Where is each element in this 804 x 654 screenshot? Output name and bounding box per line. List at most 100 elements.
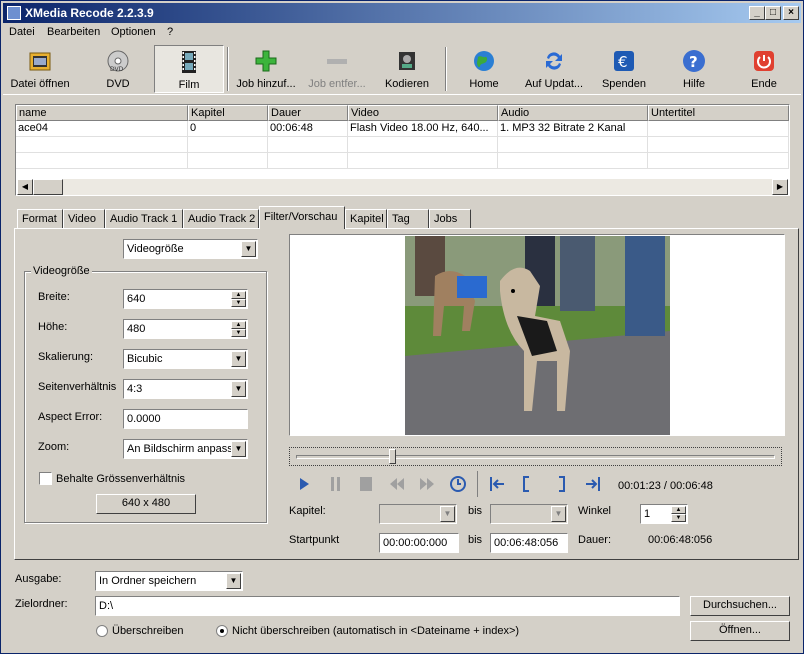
chevron-down-icon[interactable]: ▼ bbox=[551, 506, 566, 522]
chevron-down-icon[interactable]: ▼ bbox=[440, 506, 455, 522]
table-cell-video[interactable]: Flash Video 18.00 Hz, 640... bbox=[348, 121, 498, 137]
tab-audio-track-1[interactable]: Audio Track 1 bbox=[105, 209, 183, 228]
minimize-button[interactable]: _ bbox=[749, 6, 765, 20]
menu-optionen[interactable]: Optionen bbox=[111, 26, 156, 38]
tab-jobs[interactable]: Jobs bbox=[429, 209, 471, 228]
seek-handle[interactable] bbox=[389, 449, 396, 464]
spin-down-icon[interactable]: ▼ bbox=[671, 514, 686, 522]
chevron-down-icon[interactable]: ▼ bbox=[226, 573, 241, 589]
table-cell-kapitel[interactable]: 0 bbox=[188, 121, 268, 137]
menu-help[interactable]: ? bbox=[167, 26, 173, 38]
film-reel-icon bbox=[399, 52, 415, 70]
width-value: 640 bbox=[127, 293, 146, 305]
table-cell-audio[interactable]: 1. MP3 32 Bitrate 2 Kanal bbox=[498, 121, 648, 137]
scroll-thumb[interactable] bbox=[33, 179, 63, 195]
open-folder-button[interactable]: Öffnen... bbox=[690, 621, 790, 641]
no-overwrite-label: Nicht überschreiben (automatisch in <Dat… bbox=[232, 625, 520, 637]
column-header-name[interactable]: name bbox=[16, 105, 188, 121]
scroll-right-button[interactable]: ▶ bbox=[772, 179, 788, 195]
height-input[interactable]: 480 ▲ ▼ bbox=[123, 319, 248, 339]
maximize-button[interactable]: □ bbox=[765, 6, 781, 20]
size-button[interactable]: 640 x 480 bbox=[96, 494, 196, 514]
tab-tag[interactable]: Tag bbox=[387, 209, 429, 228]
empty-cell bbox=[498, 137, 648, 153]
tab-video[interactable]: Video bbox=[63, 209, 105, 228]
empty-cell bbox=[498, 153, 648, 169]
spin-down-icon[interactable]: ▼ bbox=[231, 299, 246, 307]
dvd-button[interactable]: DVD DVD bbox=[83, 45, 153, 93]
exit-button[interactable]: Ende bbox=[729, 45, 799, 93]
menu-bearbeiten[interactable]: Bearbeiten bbox=[47, 26, 100, 38]
chevron-down-icon[interactable]: ▼ bbox=[231, 441, 246, 457]
chapter-start-select[interactable]: ▼ bbox=[379, 504, 457, 524]
close-button[interactable]: × bbox=[783, 6, 799, 20]
home-button[interactable]: Home bbox=[449, 45, 519, 93]
start-point-value: 00:00:00:000 bbox=[383, 537, 448, 549]
column-header-video[interactable]: Video bbox=[348, 105, 498, 121]
remove-job-button[interactable]: Job entfer... bbox=[302, 45, 372, 93]
pause-icon[interactable] bbox=[326, 474, 346, 494]
mark-in-icon[interactable] bbox=[517, 474, 537, 494]
add-job-button[interactable]: Job hinzuf... bbox=[231, 45, 301, 93]
clock-icon[interactable] bbox=[448, 474, 468, 494]
output-select[interactable]: In Ordner speichern ▼ bbox=[95, 571, 243, 591]
play-icon[interactable] bbox=[294, 474, 314, 494]
mark-out-icon[interactable] bbox=[551, 474, 571, 494]
column-header-audio[interactable]: Audio bbox=[498, 105, 648, 121]
aspect-select[interactable]: 4:3 ▼ bbox=[123, 379, 248, 399]
overwrite-radio[interactable] bbox=[96, 625, 108, 637]
destination-input[interactable]: D:\ bbox=[95, 596, 680, 616]
keep-ratio-checkbox[interactable] bbox=[39, 472, 52, 485]
job-list-grid[interactable]: name Kapitel Dauer Video Audio Untertite… bbox=[15, 104, 790, 196]
chevron-down-icon[interactable]: ▼ bbox=[231, 381, 246, 397]
empty-cell bbox=[268, 137, 348, 153]
tab-audio-track-2[interactable]: Audio Track 2 bbox=[183, 209, 259, 228]
stop-icon[interactable] bbox=[356, 474, 376, 494]
column-header-untertitel[interactable]: Untertitel bbox=[648, 105, 789, 121]
donate-button[interactable]: € Spenden bbox=[589, 45, 659, 93]
film-button[interactable]: Film bbox=[154, 45, 224, 93]
tab-kapitel[interactable]: Kapitel bbox=[345, 209, 387, 228]
spin-up-icon[interactable]: ▲ bbox=[231, 291, 246, 299]
go-to-end-icon[interactable] bbox=[583, 474, 603, 494]
help-button[interactable]: ? Hilfe bbox=[659, 45, 729, 93]
encode-button[interactable]: Kodieren bbox=[372, 45, 442, 93]
horizontal-scrollbar[interactable]: ◀ ▶ bbox=[17, 179, 788, 195]
table-cell-name[interactable]: ace04 bbox=[16, 121, 188, 137]
scaling-select[interactable]: Bicubic ▼ bbox=[123, 349, 248, 369]
aspect-error-input[interactable]: 0.0000 bbox=[123, 409, 248, 429]
no-overwrite-radio[interactable] bbox=[216, 625, 228, 637]
keep-ratio-label: Behalte Grössenverhältnis bbox=[56, 473, 186, 485]
angle-input[interactable]: 1 ▲ ▼ bbox=[640, 504, 688, 524]
column-header-dauer[interactable]: Dauer bbox=[268, 105, 348, 121]
filter-select[interactable]: Videogröße ▼ bbox=[123, 239, 258, 259]
update-button[interactable]: Auf Updat... bbox=[519, 45, 589, 93]
column-header-kapitel[interactable]: Kapitel bbox=[188, 105, 268, 121]
fast-forward-icon[interactable] bbox=[417, 474, 437, 494]
browse-button[interactable]: Durchsuchen... bbox=[690, 596, 790, 616]
table-cell-dauer[interactable]: 00:06:48 bbox=[268, 121, 348, 137]
end-point-input[interactable]: 00:06:48:056 bbox=[490, 533, 568, 553]
spin-down-icon[interactable]: ▼ bbox=[231, 329, 246, 337]
empty-cell bbox=[348, 137, 498, 153]
seek-slider[interactable] bbox=[289, 447, 782, 466]
chevron-down-icon[interactable]: ▼ bbox=[231, 351, 246, 367]
start-point-input[interactable]: 00:00:00:000 bbox=[379, 533, 459, 553]
spin-up-icon[interactable]: ▲ bbox=[671, 506, 686, 514]
table-cell-untertitel[interactable] bbox=[648, 121, 789, 137]
menu-datei[interactable]: Datei bbox=[9, 26, 35, 38]
chapter-end-select[interactable]: ▼ bbox=[490, 504, 568, 524]
chevron-down-icon[interactable]: ▼ bbox=[241, 241, 256, 257]
scroll-left-button[interactable]: ◀ bbox=[17, 179, 33, 195]
title-bar[interactable]: XMedia Recode 2.2.3.9 _ □ × bbox=[3, 3, 801, 23]
zoom-value: An Bildschirm anpasse bbox=[127, 443, 239, 455]
open-file-button[interactable]: Datei öffnen bbox=[5, 45, 75, 93]
spin-up-icon[interactable]: ▲ bbox=[231, 321, 246, 329]
width-input[interactable]: 640 ▲ ▼ bbox=[123, 289, 248, 309]
zoom-select[interactable]: An Bildschirm anpasse ▼ bbox=[123, 439, 248, 459]
go-to-start-icon[interactable] bbox=[487, 474, 507, 494]
end-point-value: 00:06:48:056 bbox=[494, 537, 559, 549]
tab-filter-vorschau[interactable]: Filter/Vorschau bbox=[259, 206, 345, 229]
rewind-icon[interactable] bbox=[387, 474, 407, 494]
tab-format[interactable]: Format bbox=[17, 209, 63, 228]
